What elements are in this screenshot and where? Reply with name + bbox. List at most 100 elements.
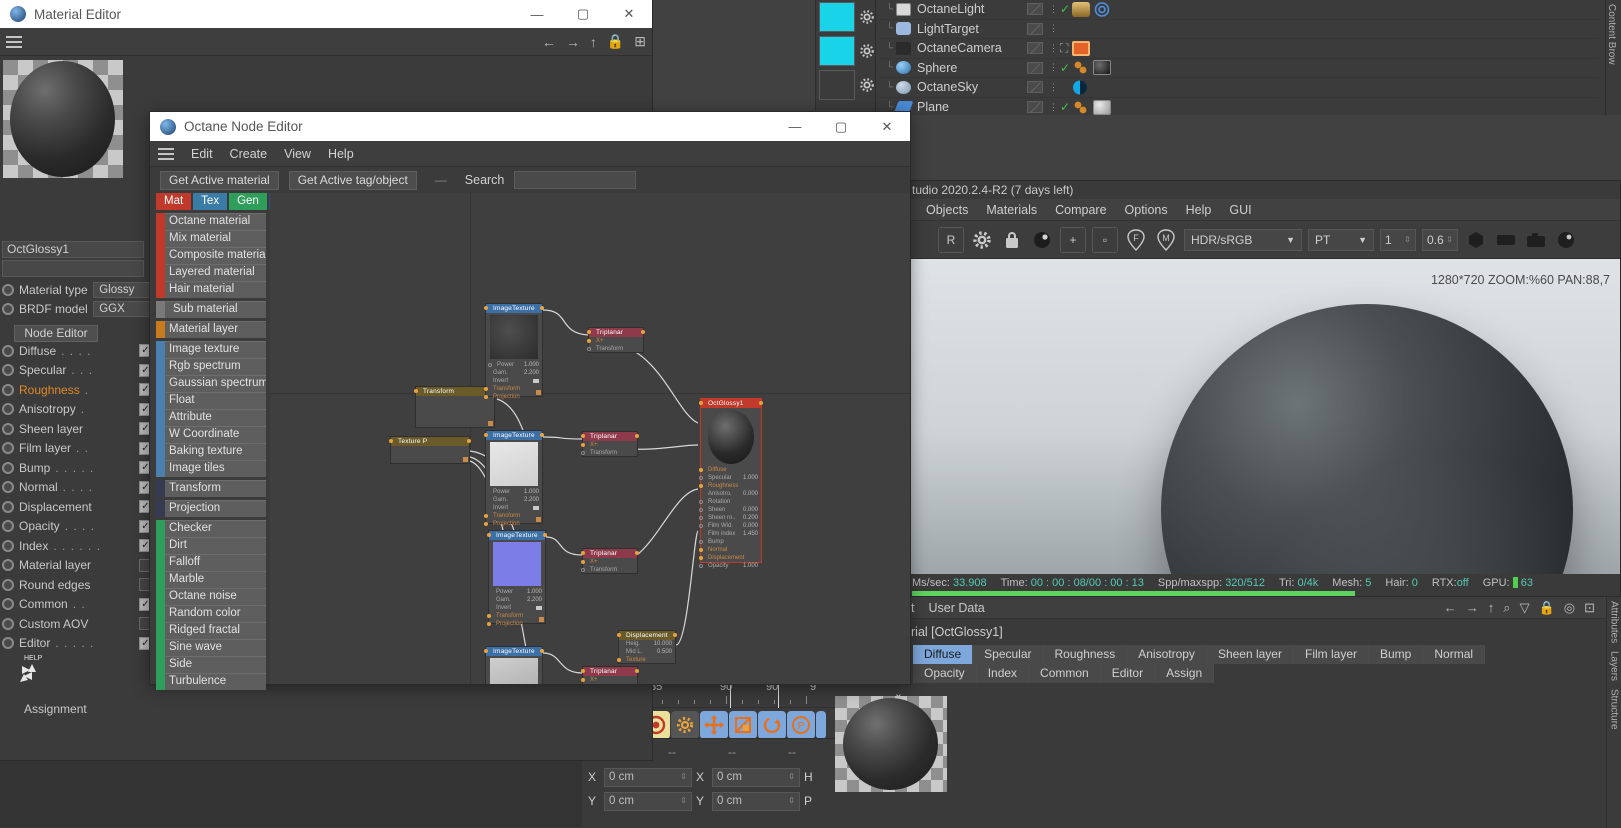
node-row-power[interactable]: Power 1.000 xyxy=(486,488,542,496)
node-texture-p[interactable]: Texture P xyxy=(389,436,471,464)
node-displacement[interactable]: Displacement Heig. 10.000 Mid L. 0.500 Tex… xyxy=(617,630,677,664)
brdf-value[interactable]: GGX xyxy=(93,301,152,318)
mode-label[interactable]: t xyxy=(911,601,914,615)
property-row-1[interactable]: Specular. . . ✓ xyxy=(2,361,152,381)
node-row-projection[interactable]: Projection xyxy=(484,393,542,401)
radio-icon[interactable] xyxy=(2,520,14,533)
coord-field-x1[interactable]: 0 cm ⇳ xyxy=(604,767,692,787)
rectangle-icon[interactable] xyxy=(1494,227,1518,253)
radio-icon[interactable] xyxy=(2,364,14,377)
radio-icon[interactable] xyxy=(2,617,14,630)
property-row-0[interactable]: Diffuse. . . . ✓ xyxy=(2,341,152,361)
radio-icon[interactable] xyxy=(2,344,14,357)
radio-icon[interactable] xyxy=(2,442,14,455)
category-item-2[interactable]: Composite materia xyxy=(156,247,266,264)
search-icon[interactable]: ⌕ xyxy=(1503,600,1510,616)
visibility-dots-icon[interactable] xyxy=(1027,42,1043,55)
node-row-midlevel[interactable]: Mid L. 0.500 xyxy=(619,648,675,656)
property-row-6[interactable]: Bump. . . . . ✓ xyxy=(2,458,152,478)
node-row-x[interactable]: X+ xyxy=(581,676,637,684)
node-row-displacement[interactable]: Displacement xyxy=(699,554,761,562)
menu-options[interactable]: Options xyxy=(1125,203,1168,217)
property-row-5[interactable]: Film layer. . ✓ xyxy=(2,439,152,459)
property-row-12[interactable]: Round edges✓ xyxy=(2,575,152,595)
crosshair-icon[interactable]: ⛶ xyxy=(1060,41,1072,56)
node-resize-handle[interactable] xyxy=(536,517,541,522)
gamma-field[interactable]: 0.6 ⇳ xyxy=(1422,228,1458,251)
tab-gen[interactable]: Gen xyxy=(229,193,267,210)
tab-opacity[interactable]: Opacity xyxy=(913,664,977,683)
tab-sheen-layer[interactable]: Sheen layer xyxy=(1206,645,1294,664)
menu-objects[interactable]: Objects xyxy=(926,203,968,217)
menu-help[interactable]: Help xyxy=(1186,203,1212,217)
node-image-texture-4[interactable]: ImageTexture Power1.000 Gam.2.200 Invert… xyxy=(484,646,544,684)
up-icon[interactable]: ↑ xyxy=(1488,600,1495,616)
object-row-4[interactable]: └ OctaneSky ⋮ xyxy=(878,78,1599,98)
node-input-port[interactable] xyxy=(617,633,621,637)
lock-icon[interactable]: 🔒 xyxy=(607,33,624,50)
menu-create[interactable]: Create xyxy=(230,147,268,161)
category-item-15[interactable]: Transform xyxy=(156,480,266,497)
menu-view[interactable]: View xyxy=(284,147,311,161)
gear-icon[interactable] xyxy=(970,227,994,253)
node-row-film-index[interactable]: Film index 1.450 xyxy=(701,530,761,538)
object-row-2[interactable]: └ OctaneCamera ⋮ ⛶ xyxy=(878,39,1599,59)
stepper-icon[interactable]: ⇳ xyxy=(788,797,795,805)
node-input-port[interactable] xyxy=(487,533,491,537)
node-row-gamma[interactable]: Gam. 2.200 xyxy=(486,369,542,377)
node-row-projection[interactable]: Projection xyxy=(484,520,542,528)
dots-icon[interactable]: ⋮ xyxy=(1049,102,1058,111)
node-resize-handle[interactable] xyxy=(488,421,493,426)
target-tag-icon[interactable] xyxy=(1093,1,1111,17)
node-row-power[interactable]: Power 1.000 xyxy=(486,361,542,369)
node-input-port[interactable] xyxy=(581,551,585,555)
close-button[interactable]: ✕ xyxy=(864,113,910,141)
gear-icon[interactable] xyxy=(860,10,874,24)
node-row-transform[interactable]: Transform xyxy=(484,385,542,393)
tab-roughness[interactable]: Roughness xyxy=(1043,645,1128,664)
property-row-3[interactable]: Anisotropy. ✓ xyxy=(2,400,152,420)
radio-icon[interactable] xyxy=(2,598,14,611)
gear-icon[interactable] xyxy=(860,78,874,92)
node-triplanar-4[interactable]: Triplanar X+ Transform xyxy=(581,666,639,684)
dots-icon[interactable]: ⋮ xyxy=(1049,82,1058,91)
node-transform[interactable]: Transform xyxy=(414,386,496,428)
node-row-anisotropy[interactable]: Anisotro. 0.000 xyxy=(701,490,761,498)
category-item-10[interactable]: Float xyxy=(156,392,266,409)
radio-icon[interactable] xyxy=(2,403,14,416)
visibility-dots-icon[interactable] xyxy=(1027,101,1043,114)
node-row-transform[interactable]: Transform xyxy=(587,345,643,353)
node-row-sheen[interactable]: Sheen 0.000 xyxy=(699,506,761,514)
material-name-field[interactable]: OctGlossy1 xyxy=(2,241,144,258)
material-type-value[interactable]: Glossy xyxy=(93,281,152,298)
node-resize-handle[interactable] xyxy=(536,390,541,395)
node-row-x[interactable]: X+ xyxy=(581,558,637,566)
node-input-port[interactable] xyxy=(587,330,591,334)
category-item-20[interactable]: Marble xyxy=(156,571,266,588)
move-icon[interactable] xyxy=(700,711,728,739)
radio-icon[interactable] xyxy=(2,283,14,296)
tab-bump[interactable]: Bump xyxy=(1369,645,1424,664)
property-row-9[interactable]: Opacity. . . . ✓ xyxy=(2,517,152,537)
p-icon[interactable]: P xyxy=(787,711,815,739)
node-row-x[interactable]: X+ xyxy=(581,441,637,449)
node-output-port[interactable] xyxy=(759,401,763,405)
radio-icon[interactable] xyxy=(2,422,14,435)
node-triplanar-2[interactable]: Triplanar X+ Transform xyxy=(581,431,639,457)
property-row-10[interactable]: Index. . . . . . ✓ xyxy=(2,536,152,556)
node-output-port[interactable] xyxy=(543,533,547,537)
tab-common[interactable]: Common xyxy=(1029,664,1101,683)
material-tag-icon[interactable] xyxy=(1093,60,1111,76)
node-row-roughness[interactable]: Roughness xyxy=(699,482,761,490)
node-row-texture[interactable]: Texture xyxy=(617,656,675,664)
lock-icon[interactable] xyxy=(1000,227,1024,253)
minimize-button[interactable]: — xyxy=(514,0,560,28)
colorspace-select[interactable]: HDR/sRGB ▼ xyxy=(1184,228,1302,251)
object-row-1[interactable]: └ LightTarget ⋮ xyxy=(878,20,1599,39)
visibility-dots-icon[interactable] xyxy=(1027,22,1043,35)
s-icon[interactable] xyxy=(816,711,826,739)
octane-tag-icon[interactable] xyxy=(1072,100,1090,115)
maximize-button[interactable]: ▢ xyxy=(818,113,864,141)
category-item-23[interactable]: Ridged fractal xyxy=(156,622,266,639)
side-tab-attributes[interactable]: Attributes xyxy=(1609,597,1620,643)
